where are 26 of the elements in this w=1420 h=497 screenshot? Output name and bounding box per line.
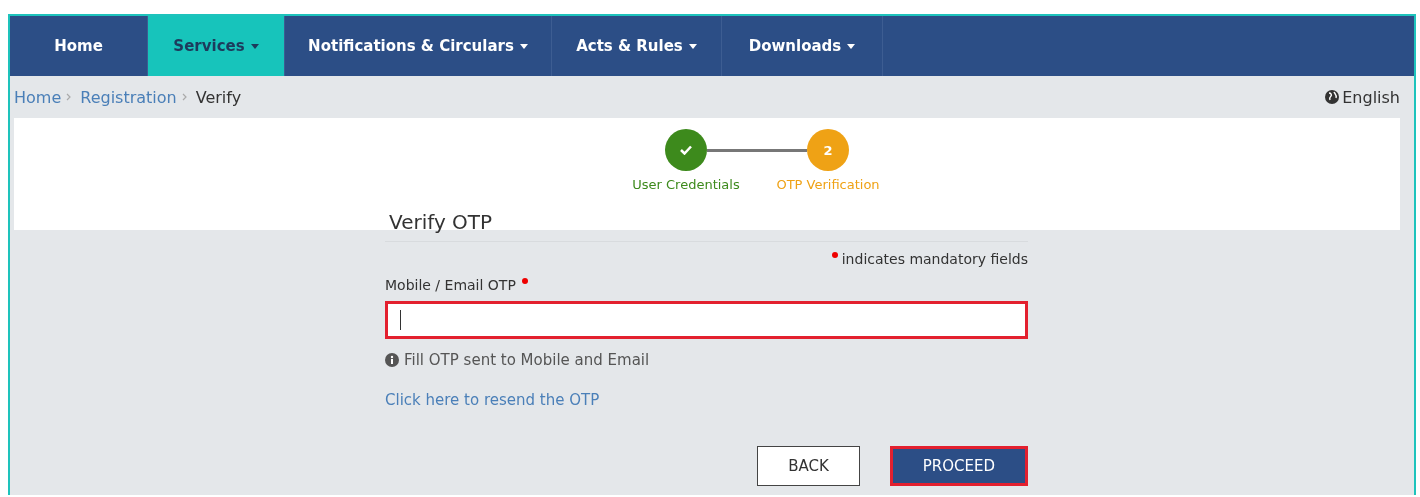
field-label: Mobile / Email OTP (385, 277, 516, 293)
required-dot (831, 252, 838, 258)
chevron-icon (66, 93, 72, 101)
mandatory-note: indicates mandatory fields (841, 251, 1028, 267)
breadcrumb-link[interactable]: Verify (195, 87, 242, 107)
help-text: Fill OTP sent to Mobile and Email (404, 351, 650, 369)
globe-icon (1325, 90, 1340, 104)
step-circle: 2 (807, 129, 849, 171)
back-button[interactable]: BACK (757, 446, 860, 486)
proceed-button[interactable]: PROCEED (889, 446, 1028, 486)
caret-icon (519, 43, 528, 49)
caret-icon (847, 43, 856, 49)
step-label: OTP Verification (776, 177, 880, 192)
caret-icon (688, 43, 697, 49)
language-link[interactable]: English (1325, 87, 1400, 107)
nav-item[interactable]: Downloads (722, 16, 883, 76)
caret-icon (250, 43, 259, 49)
nav-item[interactable]: Acts & Rules (552, 16, 722, 76)
nav-item[interactable]: Services (148, 16, 285, 76)
info-icon (385, 353, 399, 367)
check-icon (680, 145, 692, 155)
chevron-icon (181, 93, 187, 101)
nav-item[interactable]: Notifications & Circulars (285, 16, 552, 76)
step-label: User Credentials (632, 177, 740, 192)
otp-input-field[interactable] (385, 301, 1028, 339)
form-title: Verify OTP (389, 210, 494, 234)
